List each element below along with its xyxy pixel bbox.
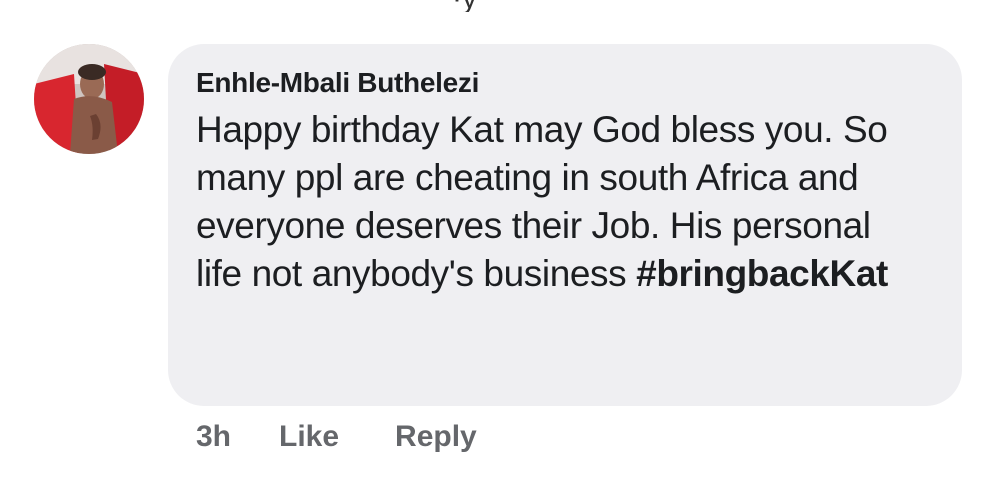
previous-comment-fragment: ·y xyxy=(0,0,1000,12)
previous-comment-text: ·y xyxy=(452,0,477,12)
comment-timestamp[interactable]: 3h xyxy=(196,420,231,454)
comment-text: Happy birthday Kat may God bless you. So… xyxy=(196,106,916,298)
like-button[interactable]: Like xyxy=(279,420,339,454)
avatar[interactable] xyxy=(34,44,144,154)
comment-bubble: Enhle-Mbali Buthelezi Happy birthday Kat… xyxy=(168,44,962,406)
reply-button[interactable]: Reply xyxy=(395,420,477,454)
author-name[interactable]: Enhle-Mbali Buthelezi xyxy=(196,66,934,100)
hashtag-link[interactable]: #bringbackKat xyxy=(636,253,888,294)
avatar-photo xyxy=(34,44,144,154)
comment-actions: 3h Like Reply xyxy=(196,420,533,454)
